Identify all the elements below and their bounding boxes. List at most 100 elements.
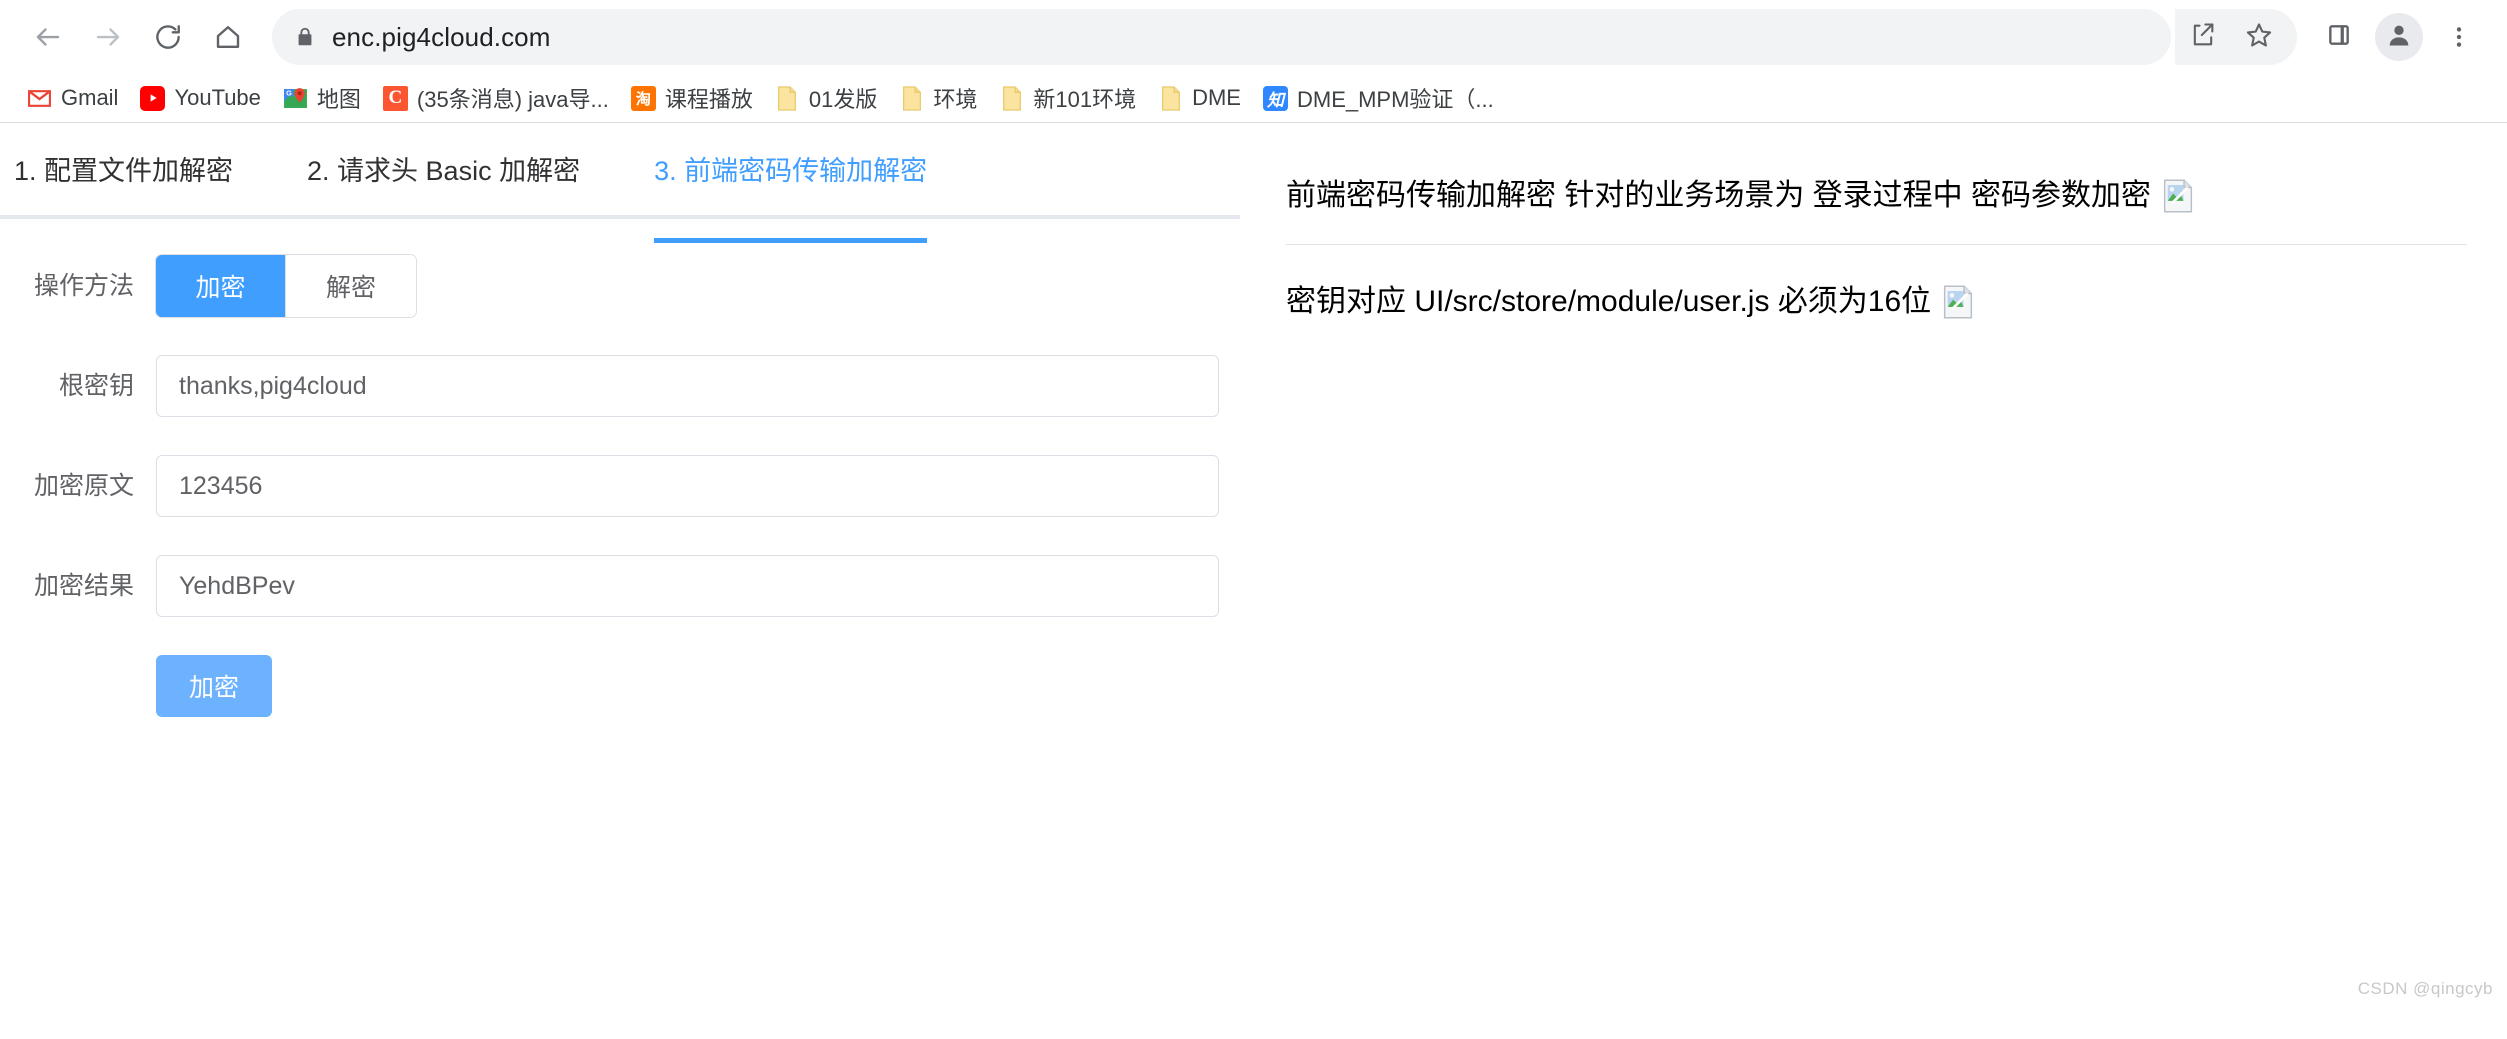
note-divider — [1286, 244, 2467, 245]
right-pane: 前端密码传输加解密 针对的业务场景为 登录过程中 密码参数加密 密钥对应 UI/… — [1240, 123, 2507, 1011]
home-icon — [213, 22, 243, 52]
share-icon — [2189, 21, 2217, 54]
bookmark-folder-dme[interactable]: DME — [1147, 80, 1252, 116]
bookmark-label: 课程播放 — [664, 87, 753, 112]
radio-label: 加密 — [195, 274, 246, 302]
result-label: 加密结果 — [33, 572, 134, 600]
csdn-watermark: CSDN @qingcyb — [2357, 979, 2493, 998]
radio-encrypt[interactable]: 加密 — [156, 255, 286, 317]
plaintext-field — [156, 455, 1240, 517]
browser-toolbar: enc.pig4cloud.com — [0, 0, 2507, 74]
left-pane: 1. 配置文件加解密 2. 请求头 Basic 加解密 3. 前端密码传输加解密… — [0, 123, 1240, 1011]
radio-decrypt[interactable]: 解密 — [286, 255, 416, 317]
side-panel-button[interactable] — [2311, 9, 2367, 65]
radio-label: 解密 — [325, 274, 376, 302]
back-arrow-icon — [33, 22, 63, 52]
folder-icon — [899, 85, 924, 111]
tab-label: 3. 前端密码传输加解密 — [654, 156, 928, 186]
broken-image-icon — [2163, 178, 2193, 213]
folder-icon — [999, 85, 1024, 111]
bookmark-csdn[interactable]: C (35条消息) java导... — [372, 77, 620, 119]
bookmark-label: (35条消息) java导... — [416, 87, 609, 112]
bookmark-label: 新101环境 — [1033, 87, 1137, 112]
plaintext-label: 加密原文 — [33, 472, 134, 500]
root-key-input[interactable] — [156, 355, 1219, 417]
browser-trailing-icons — [2311, 9, 2487, 65]
tab-basic-auth-header[interactable]: 2. 请求头 Basic 加解密 — [307, 147, 616, 187]
method-field: 加密 解密 — [156, 255, 1240, 317]
broken-image-icon — [1943, 284, 1973, 319]
tab-config-file-encryption[interactable]: 1. 配置文件加解密 — [14, 147, 269, 187]
encrypt-submit-button[interactable]: 加密 — [156, 655, 272, 717]
side-panel-icon — [2326, 22, 2352, 53]
page-content: 1. 配置文件加解密 2. 请求头 Basic 加解密 3. 前端密码传输加解密… — [0, 123, 2507, 1011]
notes-block: 前端密码传输加解密 针对的业务场景为 登录过程中 密码参数加密 密钥对应 UI/… — [1286, 147, 2467, 350]
browser-chrome: enc.pig4cloud.com Gmail YouTube G 地图 C (… — [0, 0, 2507, 123]
bookmark-maps[interactable]: G 地图 — [272, 77, 372, 119]
active-tab-indicator — [654, 238, 928, 244]
lock-icon — [294, 25, 316, 49]
three-dot-menu-icon — [2446, 24, 2472, 50]
note-text: 前端密码传输加解密 针对的业务场景为 登录过程中 密码参数加密 — [1286, 179, 2152, 212]
folder-icon — [775, 85, 800, 111]
reload-icon — [153, 22, 183, 52]
note-text: 密钥对应 UI/src/store/module/user.js 必须为16位 — [1286, 285, 1932, 318]
result-input[interactable] — [156, 555, 1219, 617]
bookmark-youtube[interactable]: YouTube — [129, 80, 271, 116]
bookmark-label: DME_MPM验证（... — [1296, 87, 1494, 112]
address-bar[interactable]: enc.pig4cloud.com — [272, 9, 2171, 65]
share-button[interactable] — [2175, 9, 2231, 65]
taobao-icon: 淘 — [630, 85, 656, 111]
method-radio-group[interactable]: 加密 解密 — [156, 255, 416, 317]
bookmark-taobao[interactable]: 淘 课程播放 — [620, 77, 764, 119]
bookmark-gmail[interactable]: Gmail — [16, 80, 129, 116]
plaintext-input[interactable] — [156, 455, 1219, 517]
omnibox-actions — [2175, 9, 2297, 65]
note-line-scenario: 前端密码传输加解密 针对的业务场景为 登录过程中 密码参数加密 — [1286, 165, 2467, 244]
form-row-method: 操作方法 加密 解密 — [0, 255, 1240, 317]
reload-button[interactable] — [140, 9, 196, 65]
profile-avatar[interactable] — [2375, 13, 2423, 61]
bookmark-label: YouTube — [174, 85, 261, 110]
maps-icon: G — [282, 85, 308, 111]
tab-label: 2. 请求头 Basic 加解密 — [307, 156, 581, 186]
bookmark-folder-01[interactable]: 01发版 — [764, 77, 888, 119]
chrome-menu-button[interactable] — [2431, 9, 2487, 65]
svg-text:G: G — [286, 88, 292, 97]
tab-bar: 1. 配置文件加解密 2. 请求头 Basic 加解密 3. 前端密码传输加解密 — [0, 147, 1240, 244]
form-row-plaintext: 加密原文 — [0, 455, 1240, 517]
bookmark-label: 01发版 — [808, 87, 878, 112]
back-button[interactable] — [20, 9, 76, 65]
bookmark-button[interactable] — [2231, 9, 2287, 65]
submit-field: 加密 — [156, 655, 1240, 717]
form-row-root-key: 根密钥 — [0, 355, 1240, 417]
form-row-result: 加密结果 — [0, 555, 1240, 617]
bookmark-label: 地图 — [316, 87, 361, 112]
folder-icon — [1158, 85, 1183, 111]
gmail-icon — [27, 85, 52, 111]
note-line-key-location: 密钥对应 UI/src/store/module/user.js 必须为16位 — [1286, 271, 2467, 350]
encryption-form: 操作方法 加密 解密 根密钥 thanks,pig4cloud 加密原文 123… — [0, 219, 1240, 717]
csdn-icon: C — [382, 85, 408, 111]
bookmarks-bar: Gmail YouTube G 地图 C (35条消息) java导... 淘 … — [0, 74, 2507, 122]
bookmark-folder-new101[interactable]: 新101环境 — [988, 77, 1147, 119]
forward-arrow-icon — [93, 22, 123, 52]
bookmark-folder-env[interactable]: 环境 — [888, 77, 988, 119]
tab-label: 1. 配置文件加解密 — [14, 156, 234, 186]
home-button[interactable] — [200, 9, 256, 65]
root-key-label: 根密钥 — [58, 372, 134, 400]
form-row-submit: 加密 — [0, 655, 1240, 717]
bookmark-label: 环境 — [933, 87, 978, 112]
star-icon — [2245, 21, 2273, 54]
result-field — [156, 555, 1240, 617]
root-key-field — [156, 355, 1240, 417]
method-label: 操作方法 — [33, 272, 134, 300]
tab-frontend-password-transport[interactable]: 3. 前端密码传输加解密 — [654, 147, 963, 244]
forward-button[interactable] — [80, 9, 136, 65]
url-text: enc.pig4cloud.com — [332, 21, 551, 52]
avatar-icon — [2385, 21, 2413, 54]
zhihu-icon: 知 — [1262, 85, 1288, 111]
bookmark-dme-mpm[interactable]: 知 DME_MPM验证（... — [1252, 77, 1505, 119]
bookmark-label: Gmail — [61, 85, 119, 110]
youtube-icon — [140, 85, 166, 111]
